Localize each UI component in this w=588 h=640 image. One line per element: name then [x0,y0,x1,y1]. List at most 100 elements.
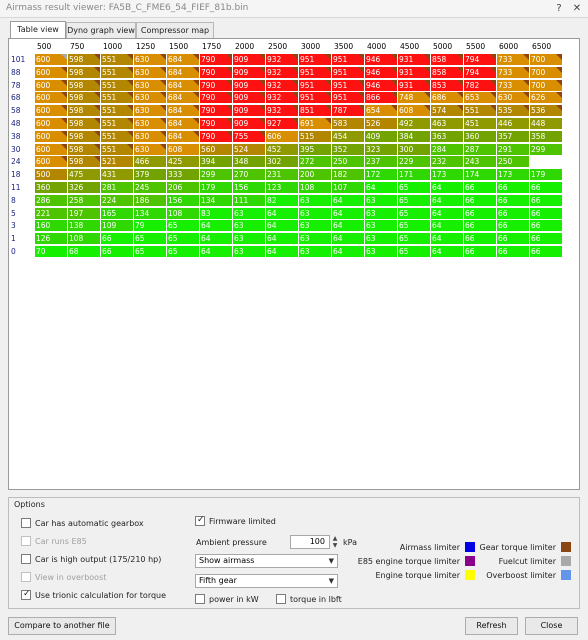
table-cell[interactable]: 66 [497,182,530,194]
table-cell[interactable]: 425 [167,156,200,169]
table-cell[interactable]: 172 [365,169,398,182]
table-cell[interactable]: 287 [464,143,497,156]
table-cell[interactable]: 64 [431,194,464,207]
table-cell[interactable]: 237 [365,156,398,169]
table-cell[interactable]: 174 [464,169,497,182]
table-cell[interactable]: 583 [332,118,365,130]
table-cell[interactable]: 70 [35,246,68,258]
table-cell[interactable]: 64 [332,233,365,246]
high-output-checkbox[interactable]: Car is high output (175/210 hp) [21,553,161,566]
table-cell[interactable]: 64 [200,220,233,233]
help-button[interactable]: ? [552,2,566,16]
table-cell[interactable]: 68 [68,246,101,258]
tab-dyno-graph-view[interactable]: Dyno graph view [66,22,136,38]
table-cell[interactable]: 608 [167,143,200,156]
table-cell[interactable]: 250 [497,156,530,169]
table-cell[interactable]: 229 [398,156,431,169]
table-cell[interactable]: 66 [497,194,530,207]
table-cell[interactable]: 66 [464,233,497,246]
table-cell[interactable]: 108 [299,182,332,194]
table-cell[interactable]: 64 [365,182,398,194]
table-cell[interactable]: 466 [134,156,167,169]
table-cell[interactable]: 63 [299,233,332,246]
table-cell[interactable]: 111 [233,194,266,207]
table-cell[interactable]: 63 [233,246,266,258]
table-cell[interactable]: 281 [101,182,134,194]
table-cell[interactable]: 270 [233,169,266,182]
table-cell[interactable]: 560 [200,143,233,156]
table-cell[interactable]: 83 [200,207,233,220]
torque-lbft-checkbox[interactable]: torque in lbft [276,593,342,606]
table-cell[interactable]: 63 [233,207,266,220]
table-cell[interactable]: 448 [530,118,563,130]
table-cell[interactable]: 243 [464,156,497,169]
table-cell[interactable]: 65 [398,207,431,220]
ambient-pressure-input[interactable]: 100 [290,535,330,549]
table-cell[interactable]: 272 [299,156,332,169]
power-kw-checkbox[interactable]: power in kW [195,593,259,606]
table-cell[interactable]: 63 [365,207,398,220]
gear-select[interactable]: Fifth gear ▼ [195,574,338,588]
table-cell[interactable]: 286 [35,194,68,207]
table-cell[interactable]: 186 [134,194,167,207]
tab-compressor-map[interactable]: Compressor map [136,22,214,38]
table-cell[interactable]: 291 [497,143,530,156]
table-cell[interactable]: 357 [497,130,530,143]
table-cell[interactable]: 65 [398,233,431,246]
table-cell[interactable]: 134 [134,207,167,220]
table-cell[interactable]: 66 [497,233,530,246]
table-cell[interactable]: 64 [332,207,365,220]
table-cell[interactable]: 64 [200,246,233,258]
table-cell[interactable]: 384 [398,130,431,143]
table-cell[interactable]: 107 [332,182,365,194]
table-cell[interactable]: 333 [167,169,200,182]
table-cell[interactable]: 63 [299,194,332,207]
table-cell[interactable]: 360 [464,130,497,143]
table-cell[interactable]: 66 [530,207,563,220]
table-cell[interactable]: 64 [431,233,464,246]
table-cell[interactable]: 63 [299,207,332,220]
table-cell[interactable]: 395 [299,143,332,156]
table-cell[interactable]: 109 [101,220,134,233]
table-cell[interactable]: 63 [233,233,266,246]
table-cell[interactable]: 64 [332,194,365,207]
table-cell[interactable]: 66 [497,220,530,233]
trionic-calc-checkbox[interactable]: Use trionic calculation for torque [21,588,166,602]
table-cell[interactable]: 66 [101,233,134,246]
refresh-button[interactable]: Refresh [465,617,518,635]
close-window-button[interactable]: ✕ [570,2,584,16]
table-cell[interactable]: 363 [431,130,464,143]
table-cell[interactable]: 64 [266,220,299,233]
table-cell[interactable]: 231 [266,169,299,182]
table-cell[interactable]: 302 [266,156,299,169]
table-cell[interactable]: 232 [431,156,464,169]
ambient-pressure-spinner[interactable]: ▲ ▼ [330,535,340,549]
table-cell[interactable]: 300 [398,143,431,156]
table-cell[interactable]: 500 [35,169,68,182]
table-cell[interactable]: 64 [332,220,365,233]
compare-button[interactable]: Compare to another file [8,617,116,635]
table-cell[interactable]: 492 [398,118,431,130]
firmware-limited-checkbox[interactable]: Firmware limited [195,514,276,528]
table-cell[interactable]: 64 [332,246,365,258]
table-cell[interactable]: 452 [266,143,299,156]
table-cell[interactable]: 173 [497,169,530,182]
table-cell[interactable]: 138 [68,220,101,233]
table-cell[interactable]: 63 [365,194,398,207]
table-cell[interactable]: 360 [35,182,68,194]
table-cell[interactable]: 64 [266,207,299,220]
table-cell[interactable]: 65 [167,220,200,233]
table-cell[interactable]: 63 [299,246,332,258]
table-cell[interactable]: 524 [233,143,266,156]
table-cell[interactable]: 221 [35,207,68,220]
table-cell[interactable]: 64 [431,207,464,220]
table-cell[interactable]: 66 [101,246,134,258]
table-cell[interactable]: 515 [299,130,332,143]
table-cell[interactable]: 134 [200,194,233,207]
table-cell[interactable]: 66 [497,246,530,258]
table-cell[interactable]: 431 [101,169,134,182]
table-cell[interactable]: 63 [233,220,266,233]
table-cell[interactable]: 182 [332,169,365,182]
table-cell[interactable]: 66 [464,246,497,258]
table-cell[interactable]: 446 [497,118,530,130]
